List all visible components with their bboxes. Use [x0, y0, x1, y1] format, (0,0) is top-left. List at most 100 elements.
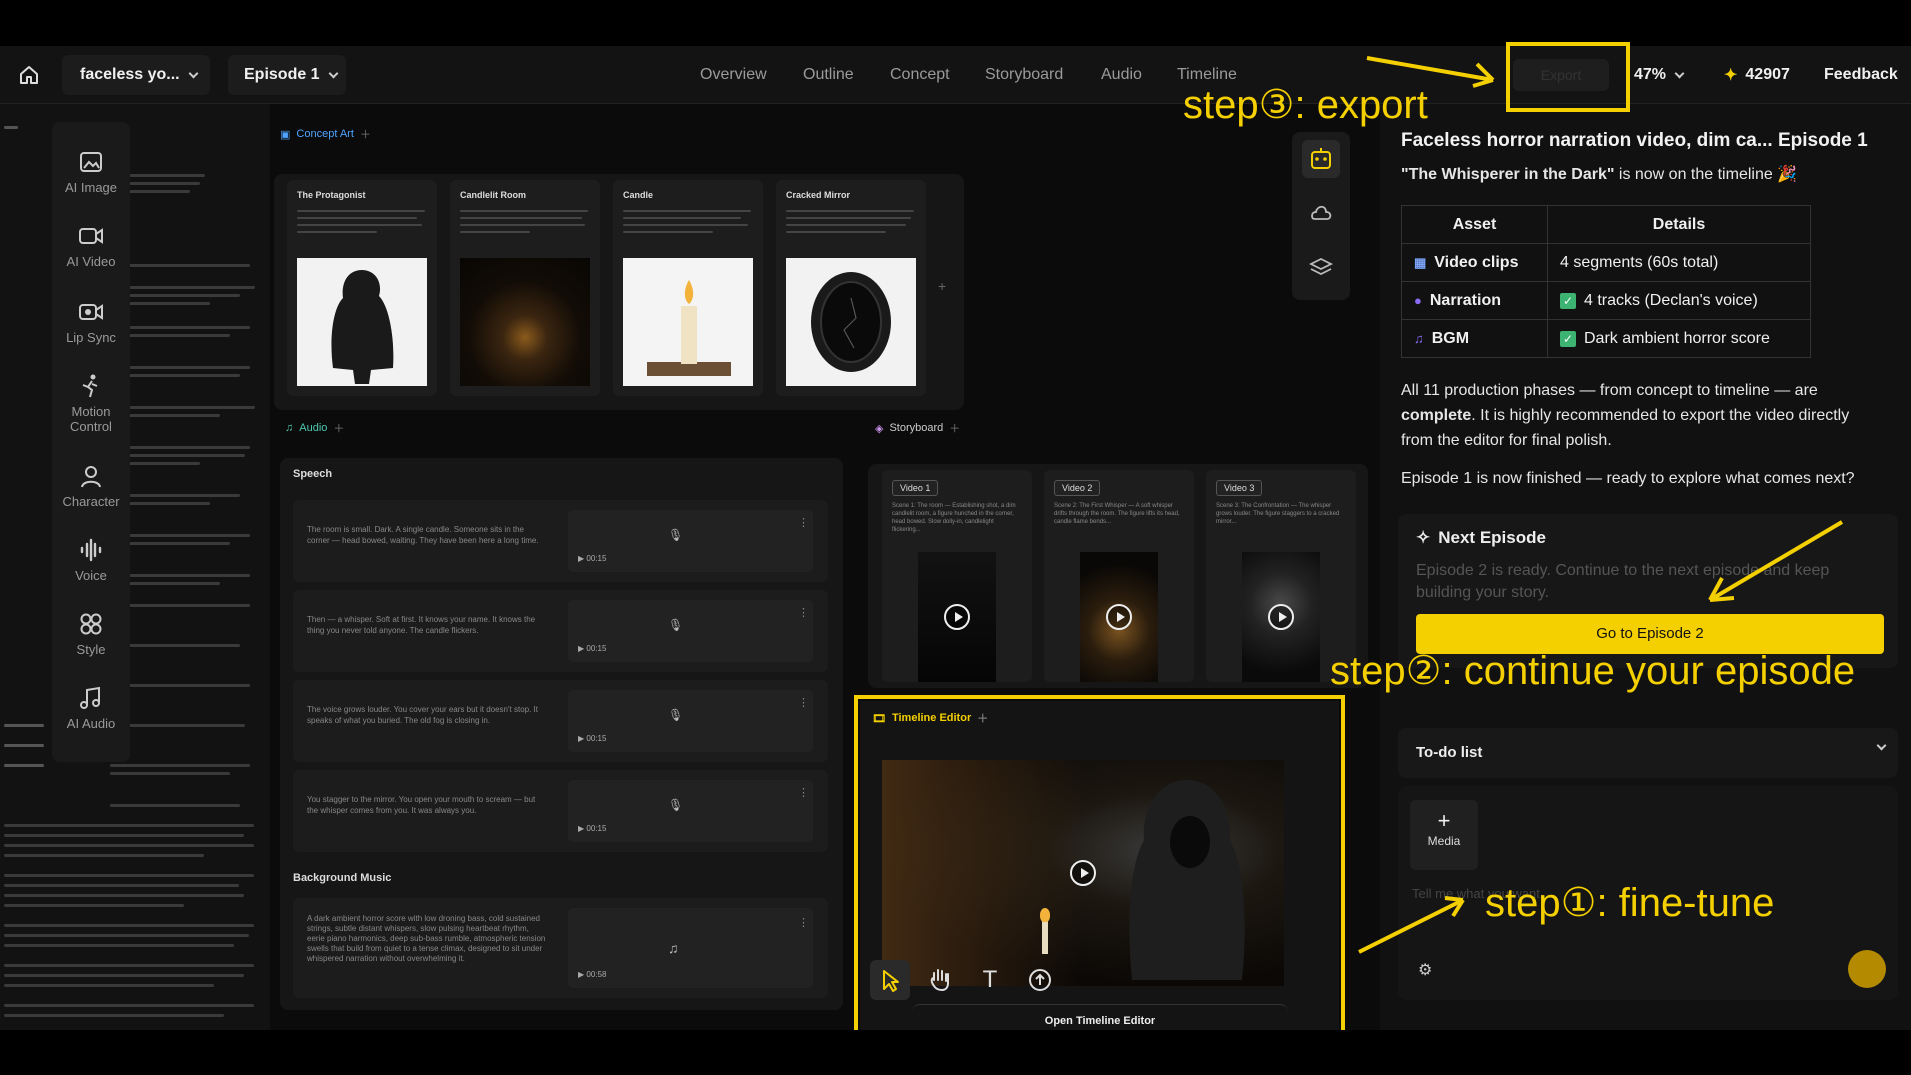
- bgm-player[interactable]: ♫ ⋮ ▶ 00:58: [568, 908, 813, 988]
- speech-text: You stagger to the mirror. You open your…: [307, 795, 536, 815]
- speech-player[interactable]: 🎙 ⋮ ▶ 00:15: [568, 780, 813, 842]
- add-concept-icon[interactable]: +: [938, 278, 946, 294]
- section-label: Timeline Editor: [891, 712, 972, 724]
- credits-count: 42907: [1745, 66, 1790, 83]
- speech-player[interactable]: 🎙 ⋮ ▶ 00:15: [568, 510, 813, 572]
- project-dropdown[interactable]: faceless yo...: [62, 55, 210, 95]
- concept-card[interactable]: Candlelit Room: [450, 180, 600, 396]
- todo-list-dropdown[interactable]: To-do list: [1398, 728, 1898, 778]
- check-icon: ✓: [1560, 330, 1576, 347]
- tab-overview[interactable]: Overview: [700, 46, 767, 104]
- section-label: Audio: [299, 422, 328, 434]
- finished-paragraph: Episode 1 is now finished — ready to exp…: [1401, 470, 1855, 487]
- play-time[interactable]: ▶ 00:15: [578, 824, 606, 833]
- lip-sync-icon: [79, 304, 103, 320]
- tab-audio[interactable]: Audio: [1101, 46, 1142, 104]
- tool-ai-video[interactable]: AI Video: [52, 222, 130, 269]
- table-header: Details: [1547, 205, 1811, 244]
- play-icon[interactable]: [1070, 860, 1096, 886]
- more-icon[interactable]: ⋮: [798, 916, 809, 929]
- more-icon[interactable]: ⋮: [798, 516, 809, 529]
- feedback-button[interactable]: Feedback: [1824, 46, 1898, 104]
- concept-card[interactable]: Cracked Mirror: [776, 180, 926, 396]
- scene-desc: Scene 1: The room — Establishing shot, a…: [892, 503, 1016, 533]
- image-icon: [80, 152, 102, 172]
- microphone-icon: 🎙: [668, 618, 684, 632]
- add-icon[interactable]: ＋: [360, 126, 371, 142]
- tool-character[interactable]: Character: [52, 462, 130, 509]
- play-icon[interactable]: [1268, 604, 1294, 630]
- tool-voice[interactable]: Voice: [52, 536, 130, 583]
- open-timeline-editor-button[interactable]: Open Timeline Editor: [912, 1004, 1288, 1032]
- play-time[interactable]: ▶ 00:58: [578, 970, 606, 979]
- para-bold: complete: [1401, 407, 1472, 424]
- timeline-editor-tag[interactable]: 🎞 Timeline Editor ＋: [872, 710, 988, 726]
- add-icon[interactable]: ＋: [977, 710, 988, 726]
- concept-card[interactable]: The Protagonist: [287, 180, 437, 396]
- add-icon[interactable]: ＋: [333, 420, 344, 436]
- character-icon: [81, 466, 101, 488]
- more-icon[interactable]: ⋮: [798, 606, 809, 619]
- hooded-figure-image: [1129, 780, 1245, 980]
- add-icon[interactable]: ＋: [949, 420, 960, 436]
- play-time[interactable]: ▶ 00:15: [578, 554, 606, 563]
- speech-player[interactable]: 🎙 ⋮ ▶ 00:15: [568, 690, 813, 752]
- step2-annotation: step②: continue your episode: [1330, 649, 1856, 693]
- speech-row[interactable]: The voice grows louder. You cover your e…: [293, 680, 828, 762]
- cursor-icon[interactable]: [870, 960, 910, 1000]
- hand-icon[interactable]: [920, 960, 960, 1000]
- storyboard-icon: ◈: [875, 422, 884, 435]
- timeline-preview[interactable]: [882, 760, 1284, 986]
- chevron-down-icon: [1876, 740, 1887, 751]
- speech-row[interactable]: The room is small. Dark. A single candle…: [293, 500, 828, 582]
- send-button[interactable]: [1848, 950, 1886, 988]
- tool-lip-sync[interactable]: Lip Sync: [52, 298, 130, 345]
- play-time[interactable]: ▶ 00:15: [578, 644, 606, 653]
- episode-dropdown[interactable]: Episode 1: [228, 55, 346, 95]
- chevron-down-icon: [188, 68, 199, 78]
- tool-rail: AI Image AI Video Lip Sync Motion Contro…: [52, 122, 130, 762]
- asset-name: Video clips: [1434, 253, 1519, 271]
- tool-label: AI Image: [64, 180, 118, 195]
- storyboard-card[interactable]: Video 1 Scene 1: The room — Establishing…: [882, 470, 1032, 682]
- play-icon[interactable]: [1106, 604, 1132, 630]
- tab-storyboard[interactable]: Storyboard: [985, 46, 1063, 104]
- play-icon[interactable]: [944, 604, 970, 630]
- more-icon[interactable]: ⋮: [798, 696, 809, 709]
- speech-text: Then — a whisper. Soft at first. It know…: [307, 615, 536, 635]
- play-time[interactable]: ▶ 00:15: [578, 734, 606, 743]
- storyboard-tag[interactable]: ◈ Storyboard ＋: [875, 420, 960, 436]
- step1-annotation: step①: fine-tune: [1485, 881, 1775, 925]
- tool-motion-control[interactable]: Motion Control: [52, 372, 130, 434]
- tool-style[interactable]: Style: [52, 610, 130, 657]
- settings-icon[interactable]: ⚙: [1418, 960, 1432, 980]
- concept-card[interactable]: Candle: [613, 180, 763, 396]
- concept-art-tag[interactable]: ▣ Concept Art ＋: [280, 126, 371, 142]
- audio-tag[interactable]: ♫ Audio ＋: [285, 420, 344, 436]
- tab-concept[interactable]: Concept: [890, 46, 950, 104]
- episode-title: "The Whisperer in the Dark": [1401, 166, 1615, 183]
- duration: 00:15: [586, 554, 607, 563]
- home-icon[interactable]: [18, 46, 40, 104]
- speech-row[interactable]: You stagger to the mirror. You open your…: [293, 770, 828, 852]
- bgm-row[interactable]: A dark ambient horror score with low dro…: [293, 898, 828, 998]
- storyboard-card[interactable]: Video 2 Scene 2: The First Whisper — A s…: [1044, 470, 1194, 682]
- tool-ai-image[interactable]: AI Image: [52, 148, 130, 195]
- add-media-button[interactable]: + Media: [1410, 800, 1478, 870]
- text-icon[interactable]: T: [970, 960, 1010, 1000]
- speech-player[interactable]: 🎙 ⋮ ▶ 00:15: [568, 600, 813, 662]
- asset-details: 4 tracks (Declan's voice): [1584, 291, 1758, 309]
- tab-outline[interactable]: Outline: [803, 46, 854, 104]
- motion-icon: [82, 374, 98, 398]
- speech-row[interactable]: Then — a whisper. Soft at first. It know…: [293, 590, 828, 672]
- video-icon: [79, 228, 103, 244]
- card-title: Candlelit Room: [460, 190, 527, 200]
- tool-ai-audio[interactable]: AI Audio: [52, 684, 130, 731]
- zoom-dropdown[interactable]: 47%: [1634, 46, 1685, 104]
- more-icon[interactable]: ⋮: [798, 786, 809, 799]
- upload-icon[interactable]: [1020, 960, 1060, 1000]
- credits-badge[interactable]: ✦ 42907: [1724, 46, 1790, 104]
- layers-icon[interactable]: [1308, 256, 1334, 283]
- cloud-icon[interactable]: [1309, 202, 1333, 227]
- robot-icon[interactable]: [1302, 140, 1340, 178]
